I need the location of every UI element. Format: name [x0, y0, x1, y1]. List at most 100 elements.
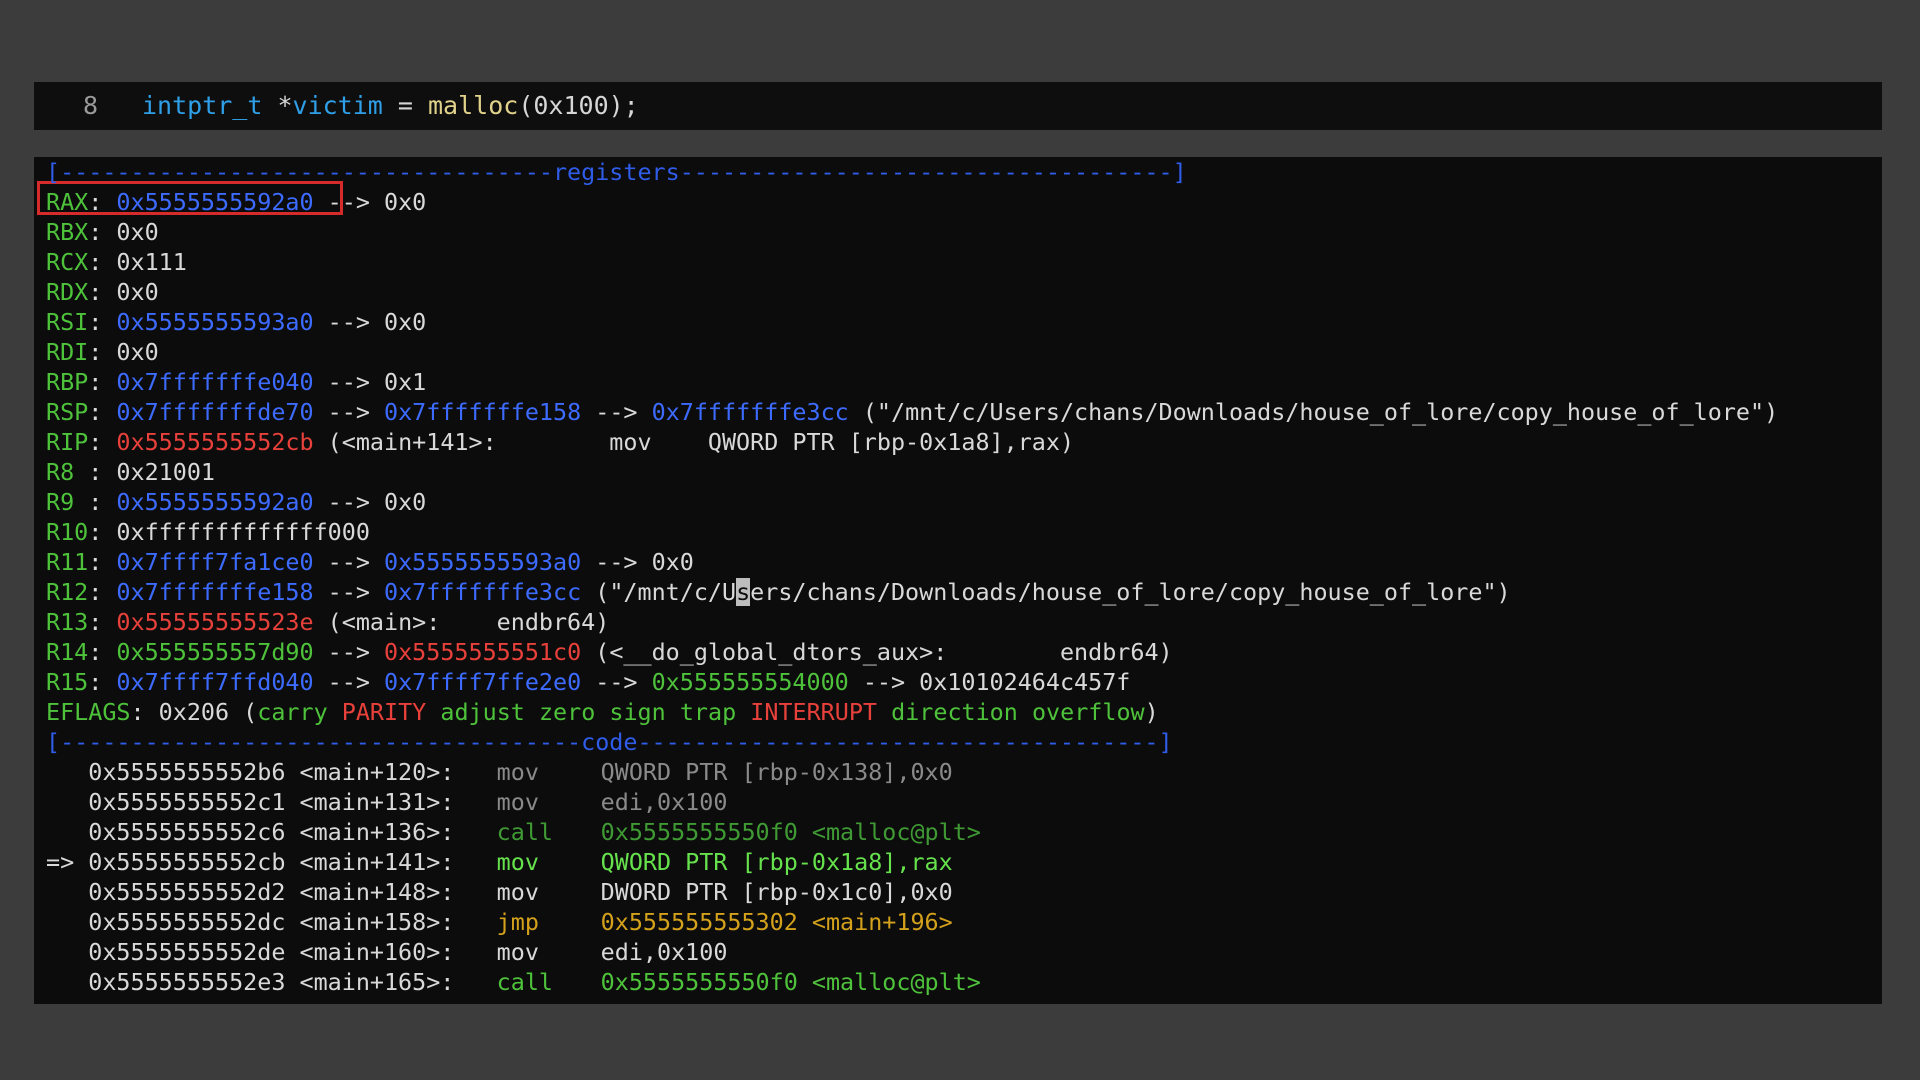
code-mnemonic: mov [496, 878, 539, 906]
reg-name: R11 [46, 548, 89, 576]
reg-value: 0x0 [116, 338, 159, 366]
reg-name: RAX [46, 188, 89, 216]
code-mnemonic: call [496, 818, 553, 846]
code-address: 0x5555555552c6 <main+136>: [88, 818, 455, 846]
flag-interrupt: INTERRUPT [750, 698, 878, 726]
code-section-header: [-------------------------------------co… [46, 728, 1173, 756]
reg-arrow: --> [313, 638, 384, 666]
reg-rest: --> 0x1 [313, 368, 427, 396]
code-mnemonic: mov [496, 848, 539, 876]
gdb-terminal[interactable]: [-----------------------------------regi… [34, 157, 1882, 1004]
source-func: malloc [428, 91, 519, 120]
code-operands: edi,0x100 [600, 938, 728, 966]
code-operands: 0x5555555550f0 <malloc@plt> [600, 818, 981, 846]
code-operands: QWORD PTR [rbp-0x138],0x0 [600, 758, 953, 786]
reg-arrow: --> [581, 398, 652, 426]
flag-zero: zero [538, 698, 596, 726]
reg-value: 0xfffffffffffff000 [116, 518, 370, 546]
reg-arrow: --> [313, 398, 384, 426]
reg-value: 0x0 [116, 218, 159, 246]
flag-overflow: overflow [1031, 698, 1145, 726]
flag-sign: sign [609, 698, 666, 726]
code-prefix [46, 818, 88, 846]
code-prefix [46, 908, 88, 936]
register-rbp: RBP: 0x7fffffffe040 --> 0x1 [46, 368, 427, 396]
reg-value: 0x21001 [116, 458, 215, 486]
register-rip: RIP: 0x5555555552cb (<main+141>: mov QWO… [46, 428, 1075, 456]
source-op: * [262, 91, 293, 120]
code-operands: edi,0x100 [600, 788, 728, 816]
reg-rest: (<main+141>: mov QWORD PTR [rbp-0x1a8],r… [313, 428, 1075, 456]
registers-section-header: [-----------------------------------regi… [46, 158, 1187, 186]
eflags-close: ) [1144, 698, 1159, 726]
reg-arrow: --> [313, 578, 384, 606]
flag-parity: PARITY [341, 698, 427, 726]
code-prefix [46, 788, 88, 816]
code-line: 0x5555555552de <main+160>: mov edi,0x100 [46, 937, 727, 967]
reg-rest: --> 0x0 [313, 188, 427, 216]
register-rcx: RCX: 0x111 [46, 248, 187, 276]
reg-name: R9 [46, 488, 89, 516]
reg-rest: --> 0x0 [313, 308, 427, 336]
reg-value-2: 0x5555555551c0 [384, 638, 582, 666]
line-number: 8 [82, 91, 98, 120]
reg-name: RCX [46, 248, 89, 276]
reg-rest: --> 0x10102464c457f [848, 668, 1131, 696]
code-address: 0x5555555552e3 <main+165>: [88, 968, 455, 996]
reg-value: 0x7fffffffe040 [116, 368, 314, 396]
reg-value-2: 0x7fffffffe158 [384, 398, 582, 426]
register-rdx: RDX: 0x0 [46, 278, 159, 306]
register-r14: R14: 0x555555557d90 --> 0x5555555551c0 (… [46, 638, 1173, 666]
reg-name: RBP [46, 368, 89, 396]
reg-name: R14 [46, 638, 89, 666]
code-operands: 0x555555555302 <main+196> [600, 908, 953, 936]
code-prefix [46, 968, 88, 996]
reg-value: 0x555555557d90 [116, 638, 314, 666]
code-address: 0x5555555552cb <main+141>: [88, 848, 455, 876]
code-operands: QWORD PTR [rbp-0x1a8],rax [600, 848, 953, 876]
reg-rest: (<main>: endbr64) [313, 608, 610, 636]
reg-name: EFLAGS [46, 698, 131, 726]
reg-string: ("/mnt/c/U [581, 578, 737, 606]
reg-arrow: --> [313, 548, 384, 576]
reg-value: 0x7fffffffe158 [116, 578, 314, 606]
current-instruction-arrow: => [46, 848, 89, 876]
reg-value-2: 0x7ffff7ffe2e0 [384, 668, 582, 696]
register-r11: R11: 0x7ffff7fa1ce0 --> 0x5555555593a0 -… [46, 548, 694, 576]
code-line: 0x5555555552c6 <main+136>: call 0x5555555… [46, 817, 981, 847]
reg-name: RIP [46, 428, 89, 456]
code-mnemonic: mov [496, 788, 539, 816]
code-operands: 0x5555555550f0 <malloc@plt> [600, 968, 981, 996]
reg-value-2: 0x5555555593a0 [384, 548, 582, 576]
source-assign: = [382, 91, 428, 120]
reg-value-3: 0x555555554000 [651, 668, 849, 696]
register-r10: R10: 0xfffffffffffff000 [46, 518, 370, 546]
register-rax: RAX: 0x5555555592a0 --> 0x0 [46, 188, 427, 216]
code-prefix [46, 878, 88, 906]
register-rdi: RDI: 0x0 [46, 338, 159, 366]
register-rsi: RSI: 0x5555555593a0 --> 0x0 [46, 308, 427, 336]
code-mnemonic: jmp [496, 908, 539, 936]
reg-value: 0x0 [116, 278, 159, 306]
code-address: 0x5555555552dc <main+158>: [88, 908, 455, 936]
register-rbx: RBX: 0x0 [46, 218, 159, 246]
source-line-bar: 8 intptr_t *victim = malloc(0x100); [34, 82, 1882, 130]
reg-rest: (<__do_global_dtors_aux>: endbr64) [581, 638, 1173, 666]
code-operands: DWORD PTR [rbp-0x1c0],0x0 [600, 878, 953, 906]
reg-value-3: 0x7fffffffe3cc [651, 398, 849, 426]
code-line-current: => 0x5555555552cb <main+141>: mov QWORD P… [46, 847, 953, 877]
flag-carry: carry [257, 698, 328, 726]
reg-value: 0x111 [116, 248, 187, 276]
reg-rest: --> 0x0 [581, 548, 694, 576]
reg-value: 0x7ffff7fa1ce0 [116, 548, 314, 576]
reg-rest: ("/mnt/c/Users/chans/Downloads/house_of_… [848, 398, 1779, 426]
register-r13: R13: 0x55555555523e (<main>: endbr64) [46, 608, 610, 636]
register-r15: R15: 0x7ffff7ffd040 --> 0x7ffff7ffe2e0 -… [46, 668, 1131, 696]
reg-value: 0x5555555552cb [116, 428, 314, 456]
reg-name: R8 [46, 458, 89, 486]
code-line: 0x5555555552b6 <main+120>: mov QWORD PTR … [46, 757, 953, 787]
code-mnemonic: mov [496, 758, 539, 786]
code-address: 0x5555555552c1 <main+131>: [88, 788, 455, 816]
code-address: 0x5555555552d2 <main+148>: [88, 878, 455, 906]
code-mnemonic: mov [496, 938, 539, 966]
